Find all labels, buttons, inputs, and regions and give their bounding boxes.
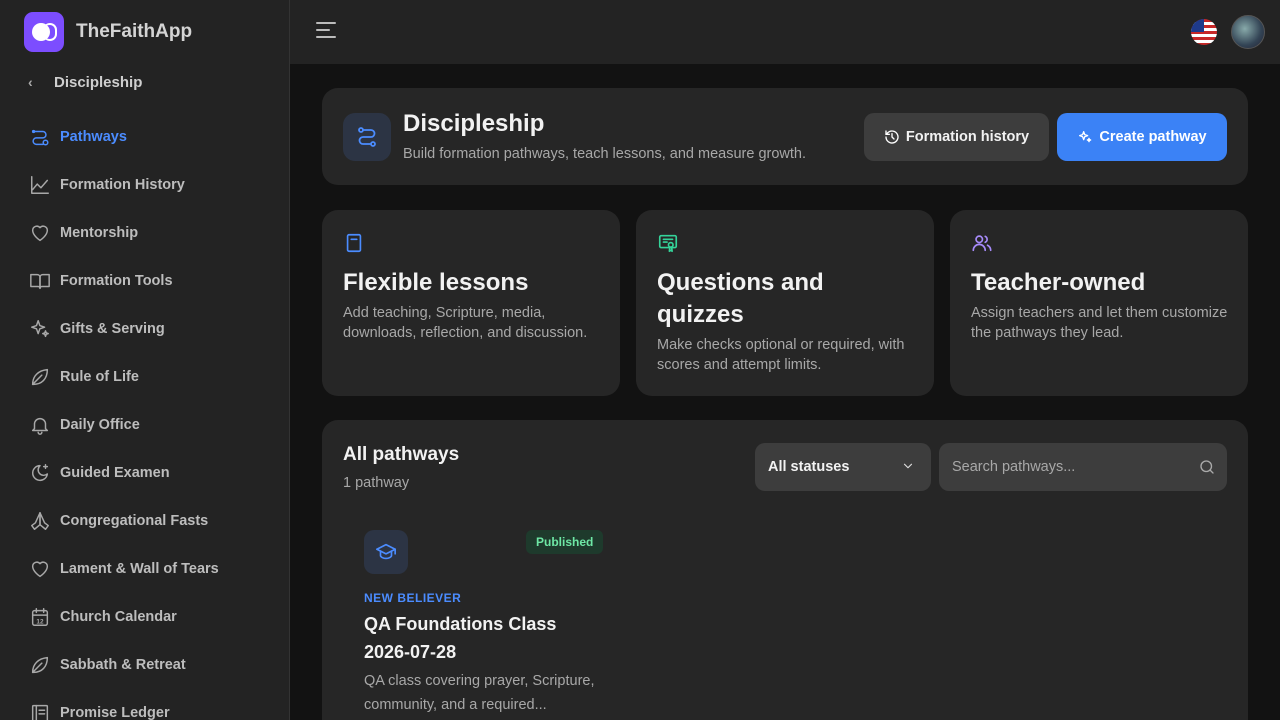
bell-icon bbox=[28, 413, 52, 437]
sidebar-item-label: Church Calendar bbox=[60, 609, 177, 625]
menu-toggle-icon[interactable] bbox=[316, 22, 336, 42]
sidebar-item-label: Gifts & Serving bbox=[60, 321, 165, 337]
search-icon[interactable] bbox=[1198, 458, 1216, 476]
feature-title: Teacher-owned bbox=[971, 269, 1146, 296]
sidebar-item-label: Pathways bbox=[60, 129, 127, 145]
status-badge: Published bbox=[526, 530, 604, 554]
ledger-icon bbox=[28, 701, 52, 720]
pathways-list-card: All pathways 1 pathway All statuses Publ… bbox=[322, 420, 1248, 720]
back-to-discipleship[interactable]: ‹ Discipleship bbox=[28, 70, 142, 94]
book-open-icon bbox=[28, 269, 52, 293]
chevron-left-icon: ‹ bbox=[28, 74, 33, 90]
create-pathway-label: Create pathway bbox=[1099, 129, 1207, 145]
sidebar-item-congregational-fasts[interactable]: Congregational Fasts bbox=[28, 497, 219, 545]
sidebar-item-label: Sabbath & Retreat bbox=[60, 657, 186, 673]
back-label: Discipleship bbox=[54, 73, 143, 91]
page-header-card: Discipleship Build formation pathways, t… bbox=[322, 88, 1248, 185]
leaf-icon bbox=[28, 653, 52, 677]
sidebar-item-label: Formation Tools bbox=[60, 273, 173, 289]
users-icon bbox=[971, 232, 993, 254]
formation-history-label: Formation history bbox=[905, 129, 1030, 145]
app-logo-icon bbox=[24, 12, 64, 52]
heart-icon bbox=[28, 221, 52, 245]
formation-history-button[interactable]: Formation history bbox=[864, 113, 1049, 161]
sidebar-item-gifts-serving[interactable]: Gifts & Serving bbox=[28, 305, 219, 353]
chart-line-icon bbox=[28, 173, 52, 197]
feature-title: Questions and quizzes bbox=[657, 269, 824, 328]
create-pathway-button[interactable]: Create pathway bbox=[1057, 113, 1227, 161]
moon-star-icon bbox=[28, 461, 52, 485]
heart-icon bbox=[28, 557, 52, 581]
app-name: TheFaithApp bbox=[76, 21, 193, 42]
list-title: All pathways bbox=[343, 444, 460, 465]
sidebar-item-label: Formation History bbox=[60, 177, 185, 193]
graduation-cap-icon bbox=[364, 530, 408, 574]
sidebar-item-daily-office[interactable]: Daily Office bbox=[28, 401, 219, 449]
feature-title: Flexible lessons bbox=[343, 269, 529, 296]
pathway-card[interactable]: Published NEW BELIEVER QA Foundations Cl… bbox=[343, 514, 605, 720]
pathway-count: 1 pathway bbox=[343, 475, 410, 491]
sidebar-item-pathways[interactable]: Pathways bbox=[28, 113, 219, 161]
main-content: Discipleship Build formation pathways, t… bbox=[290, 64, 1280, 720]
us-flag-icon[interactable] bbox=[1191, 19, 1217, 45]
sidebar-item-formation-history[interactable]: Formation History bbox=[28, 161, 219, 209]
search-box bbox=[939, 443, 1227, 491]
top-bar bbox=[290, 0, 1280, 64]
history-icon bbox=[885, 130, 899, 144]
status-filter-select[interactable]: All statuses bbox=[755, 443, 931, 491]
sidebar: TheFaithApp ‹ Discipleship Pathways Form… bbox=[0, 0, 290, 720]
chevron-down-icon bbox=[901, 459, 915, 473]
route-icon bbox=[343, 113, 391, 161]
sidebar-item-sabbath-retreat[interactable]: Sabbath & Retreat bbox=[28, 641, 219, 689]
brand[interactable]: TheFaithApp bbox=[24, 12, 192, 52]
sidebar-item-rule-of-life[interactable]: Rule of Life bbox=[28, 353, 219, 401]
sidebar-item-church-calendar[interactable]: 12 Church Calendar bbox=[28, 593, 219, 641]
sidebar-item-label: Lament & Wall of Tears bbox=[60, 561, 219, 577]
feature-card-questions-quizzes: Questions and quizzes Make checks option… bbox=[636, 210, 934, 396]
sidebar-item-lament-wall[interactable]: Lament & Wall of Tears bbox=[28, 545, 219, 593]
feature-description: Add teaching, Scripture, media, download… bbox=[343, 305, 588, 341]
sparkles-icon bbox=[28, 317, 52, 341]
sidebar-item-promise-ledger[interactable]: Promise Ledger bbox=[28, 689, 219, 720]
app-root: TheFaithApp ‹ Discipleship Pathways Form… bbox=[0, 0, 1280, 720]
pathway-title[interactable]: QA Foundations Class 2026-07-28 bbox=[364, 610, 594, 666]
sidebar-item-label: Daily Office bbox=[60, 417, 140, 433]
book-icon bbox=[343, 232, 365, 254]
search-input[interactable] bbox=[939, 443, 1189, 491]
sidebar-nav: Pathways Formation History Mentorship Fo… bbox=[28, 113, 219, 720]
certificate-icon bbox=[657, 232, 679, 254]
avatar[interactable] bbox=[1231, 15, 1265, 49]
sidebar-item-guided-examen[interactable]: Guided Examen bbox=[28, 449, 219, 497]
calendar-icon: 12 bbox=[28, 605, 52, 629]
page-subtitle: Build formation pathways, teach lessons,… bbox=[403, 146, 806, 162]
calendar-day: 12 bbox=[36, 618, 44, 625]
status-filter-value: All statuses bbox=[768, 459, 850, 475]
feature-description: Make checks optional or required, with s… bbox=[657, 337, 905, 373]
praying-hands-icon bbox=[28, 509, 52, 533]
sidebar-item-formation-tools[interactable]: Formation Tools bbox=[28, 257, 219, 305]
feature-card-teacher-owned: Teacher-owned Assign teachers and let th… bbox=[950, 210, 1248, 396]
feature-description: Assign teachers and let them customize t… bbox=[971, 305, 1228, 341]
route-icon bbox=[28, 125, 52, 149]
sidebar-item-mentorship[interactable]: Mentorship bbox=[28, 209, 219, 257]
pathway-description: QA class covering prayer, Scripture, com… bbox=[364, 673, 595, 713]
sidebar-item-label: Rule of Life bbox=[60, 369, 139, 385]
sidebar-item-label: Promise Ledger bbox=[60, 705, 170, 720]
sparkles-icon bbox=[1079, 131, 1092, 143]
feature-card-flexible-lessons: Flexible lessons Add teaching, Scripture… bbox=[322, 210, 620, 396]
sidebar-item-label: Mentorship bbox=[60, 225, 139, 241]
sidebar-item-label: Congregational Fasts bbox=[60, 513, 209, 529]
sidebar-item-label: Guided Examen bbox=[60, 465, 170, 481]
page-title: Discipleship bbox=[403, 110, 545, 137]
leaf-icon bbox=[28, 365, 52, 389]
pathway-category: NEW BELIEVER bbox=[364, 591, 462, 605]
